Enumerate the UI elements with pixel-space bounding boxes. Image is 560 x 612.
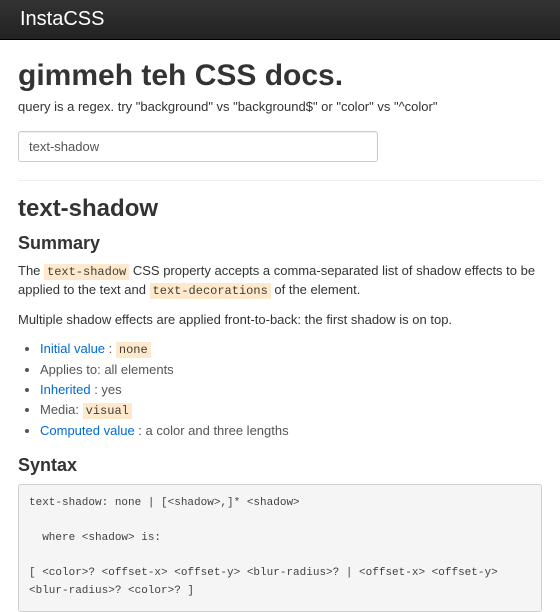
text: : bbox=[105, 341, 116, 356]
list-item: Applies to: all elements bbox=[40, 360, 542, 380]
text: : a color and three lengths bbox=[135, 423, 289, 438]
divider bbox=[18, 180, 542, 181]
code-visual: visual bbox=[83, 403, 132, 419]
list-item: Initial value : none bbox=[40, 339, 542, 360]
summary-paragraph-2: Multiple shadow effects are applied fron… bbox=[18, 311, 542, 330]
text: The bbox=[18, 263, 44, 278]
brand: InstaCSS bbox=[20, 8, 104, 31]
main-container: gimmeh teh CSS docs. query is a regex. t… bbox=[0, 40, 560, 612]
initial-value-link[interactable]: Initial value bbox=[40, 341, 105, 356]
syntax-code-block: text-shadow: none | [<shadow>,]* <shadow… bbox=[18, 484, 542, 612]
code-text-decorations: text-decorations bbox=[150, 283, 271, 299]
summary-paragraph-1: The text-shadow CSS property accepts a c… bbox=[18, 262, 542, 301]
list-item: Computed value : a color and three lengt… bbox=[40, 421, 542, 441]
text: : yes bbox=[91, 382, 122, 397]
search-input[interactable] bbox=[18, 131, 378, 162]
list-item: Media: visual bbox=[40, 400, 542, 421]
summary-heading: Summary bbox=[18, 233, 542, 254]
navbar: InstaCSS bbox=[0, 0, 560, 40]
code-text-shadow: text-shadow bbox=[44, 264, 129, 280]
list-item: Inherited : yes bbox=[40, 380, 542, 400]
text: of the element. bbox=[271, 282, 361, 297]
computed-value-link[interactable]: Computed value bbox=[40, 423, 135, 438]
inherited-link[interactable]: Inherited bbox=[40, 382, 91, 397]
code-none: none bbox=[116, 342, 151, 358]
syntax-heading: Syntax bbox=[18, 455, 542, 476]
page-subtitle: query is a regex. try "background" vs "b… bbox=[18, 98, 542, 117]
text: Media: bbox=[40, 402, 83, 417]
property-list: Initial value : none Applies to: all ele… bbox=[40, 339, 542, 441]
doc-title: text-shadow bbox=[18, 195, 542, 223]
page-title: gimmeh teh CSS docs. bbox=[18, 58, 542, 94]
